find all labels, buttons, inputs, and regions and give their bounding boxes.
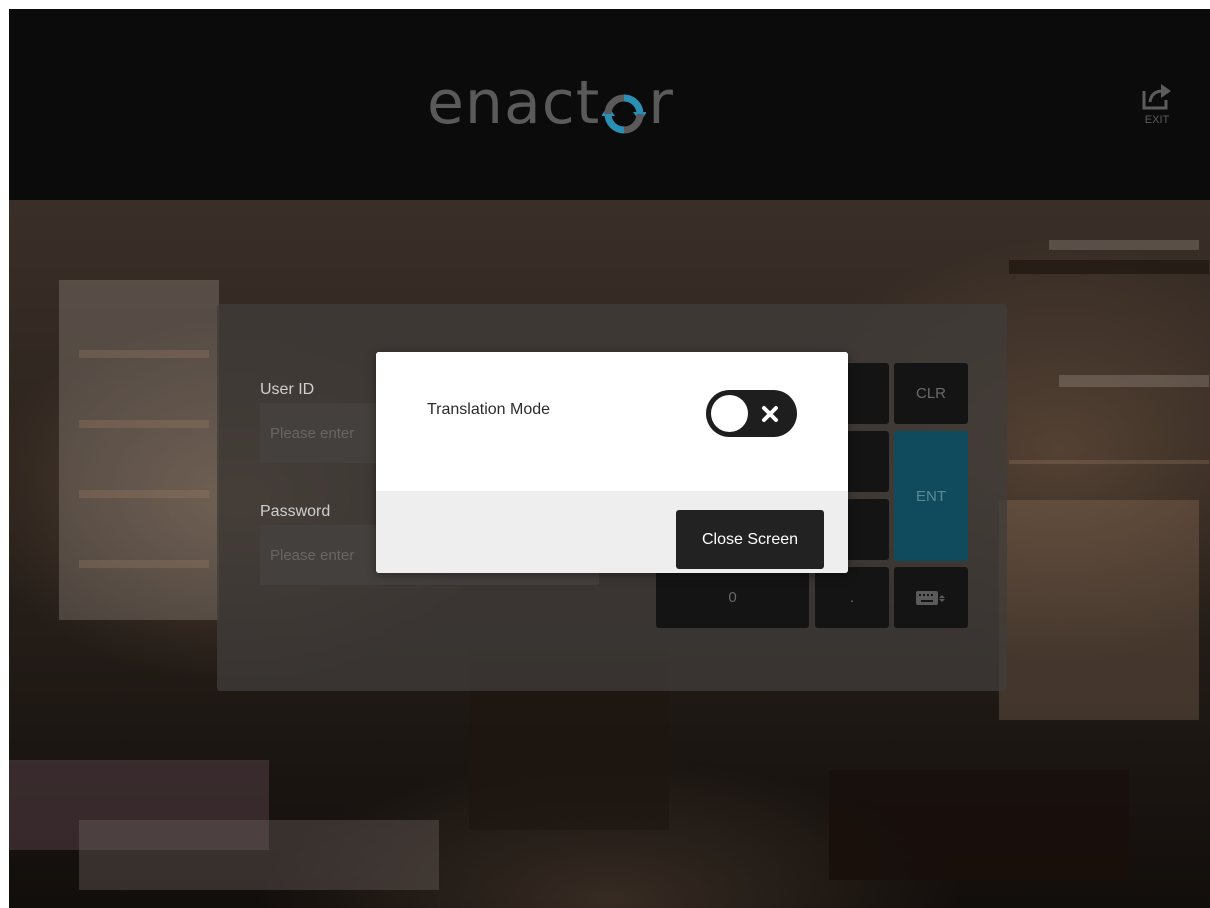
enactor-logo: enact r xyxy=(427,63,674,143)
password-label: Password xyxy=(260,503,331,520)
close-screen-button[interactable]: Close Screen xyxy=(676,510,824,569)
logo-text-part1: enact xyxy=(427,68,601,138)
app-root: enact r EXIT User ID Please enter Passwo… xyxy=(9,9,1210,908)
translation-mode-label: Translation Mode xyxy=(427,401,551,418)
keypad-clear-button[interactable]: CLR xyxy=(894,363,968,424)
close-x-icon xyxy=(762,406,778,422)
keypad-enter-button[interactable]: ENT xyxy=(894,431,968,561)
logo-sync-icon xyxy=(601,86,648,134)
dialog-footer: Close Screen xyxy=(376,491,848,573)
dialog-body: Translation Mode xyxy=(376,352,848,491)
keyboard-icon xyxy=(916,590,945,605)
exit-share-icon xyxy=(1142,84,1171,110)
header-bar: enact r EXIT xyxy=(9,9,1210,200)
translation-mode-dialog: Translation Mode Close Screen xyxy=(376,352,848,573)
exit-label: EXIT xyxy=(1144,114,1170,126)
keyboard-toggle-button[interactable] xyxy=(894,567,968,628)
keypad-decimal-button[interactable]: . xyxy=(815,567,889,628)
user-id-label: User ID xyxy=(260,381,315,398)
logo-text-part2: r xyxy=(648,68,674,138)
keypad-zero-button[interactable]: 0 xyxy=(656,567,809,628)
translation-mode-toggle[interactable] xyxy=(706,390,797,437)
exit-button[interactable]: EXIT xyxy=(1135,81,1179,137)
toggle-knob xyxy=(711,395,748,432)
